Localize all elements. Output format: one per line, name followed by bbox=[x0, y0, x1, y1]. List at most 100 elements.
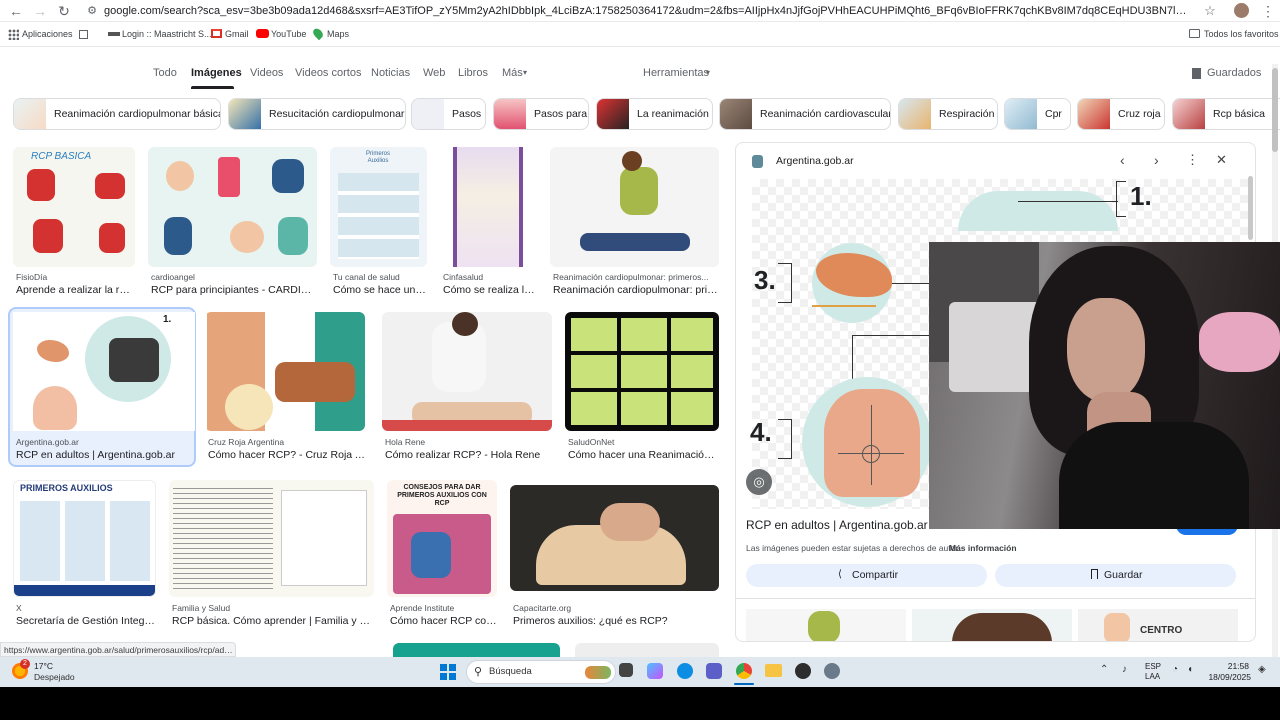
volume-icon[interactable]: ◖ bbox=[1187, 664, 1193, 675]
result-image-partial[interactable] bbox=[393, 643, 560, 657]
chrome-icon[interactable] bbox=[736, 663, 752, 679]
settings-icon[interactable] bbox=[824, 663, 840, 679]
profile-avatar[interactable] bbox=[1234, 3, 1249, 18]
result-title[interactable]: Secretaría de Gestión Integra... bbox=[16, 615, 156, 628]
bookmark-youtube[interactable]: YouTube bbox=[271, 29, 306, 40]
result-image-cruz-roja[interactable] bbox=[205, 312, 365, 431]
teams-icon[interactable] bbox=[706, 663, 722, 679]
status-bubble: https://www.argentina.gob.ar/salud/prime… bbox=[0, 642, 236, 657]
result-image-partial[interactable] bbox=[575, 643, 719, 657]
result-image-saludonnet[interactable] bbox=[565, 312, 719, 431]
tab-web[interactable]: Web bbox=[423, 66, 445, 80]
lens-search-icon[interactable]: ◎ bbox=[746, 469, 772, 495]
chip-rcp-basica[interactable]: Reanimación cardiopulmonar básica bbox=[13, 98, 221, 130]
wifi-icon[interactable]: ◔ bbox=[1172, 664, 1178, 675]
chip-pasos-para[interactable]: Pasos para bbox=[493, 98, 589, 130]
keyboard-layout[interactable]: LAA bbox=[1145, 672, 1160, 681]
result-title[interactable]: Cómo se realiza la... bbox=[443, 284, 536, 297]
chip-reanimacion-cardiovascular[interactable]: Reanimación cardiovascular bbox=[719, 98, 891, 130]
address-bar[interactable]: google.com/search?sca_esv=3be3b09ada12d4… bbox=[104, 4, 1190, 18]
result-image-cinfasalud[interactable] bbox=[440, 147, 536, 267]
result-title[interactable]: Primeros auxilios: ¿qué es RCP? bbox=[513, 615, 719, 628]
reload-icon[interactable]: ↻ bbox=[56, 3, 72, 19]
result-image-reanimacion[interactable] bbox=[550, 147, 719, 267]
result-title[interactable]: Cómo se hace una... bbox=[333, 284, 427, 297]
microphone-icon[interactable]: ♪ bbox=[1122, 664, 1127, 675]
chip-rcp-basica-2[interactable]: Rcp básica bbox=[1172, 98, 1280, 130]
related-image[interactable]: CENTRO bbox=[1078, 609, 1238, 641]
result-title[interactable]: RCP en adultos | Argentina.gob.ar bbox=[16, 449, 192, 462]
tab-images[interactable]: Imágenes bbox=[191, 66, 242, 80]
chip-pasos[interactable]: Pasos bbox=[411, 98, 486, 130]
result-title[interactable]: Aprende a realizar la rea... bbox=[16, 284, 135, 297]
forward-icon[interactable]: → bbox=[32, 3, 48, 19]
chip-resucitacion[interactable]: Resucitación cardiopulmonar bbox=[228, 98, 406, 130]
clock-time[interactable]: 21:58 bbox=[1213, 661, 1249, 671]
bookmark-star-icon[interactable]: ☆ bbox=[1202, 3, 1218, 19]
result-image-hola-rene[interactable] bbox=[382, 312, 552, 431]
result-source: Tu canal de salud bbox=[333, 272, 400, 282]
more-options-icon[interactable]: ⋮ bbox=[1186, 152, 1199, 168]
illustration-steps bbox=[20, 501, 150, 581]
taskbar-search[interactable]: ⚲ Búsqueda bbox=[466, 660, 616, 684]
file-explorer-icon[interactable] bbox=[765, 664, 782, 677]
result-image-capacitarte[interactable] bbox=[510, 485, 719, 591]
chip-cruz-roja[interactable]: Cruz roja bbox=[1077, 98, 1165, 130]
site-info-icon[interactable]: ⚙ bbox=[84, 3, 100, 19]
back-icon[interactable]: ← bbox=[8, 3, 24, 19]
image-caption: RCP BASICA bbox=[31, 151, 92, 162]
chip-cpr[interactable]: Cpr bbox=[1004, 98, 1071, 130]
save-button[interactable]: Guardar bbox=[995, 564, 1236, 587]
panel-title[interactable]: RCP en adultos | Argentina.gob.ar bbox=[746, 518, 928, 533]
result-image-familia-salud[interactable] bbox=[169, 480, 374, 597]
close-icon[interactable]: ✕ bbox=[1216, 152, 1227, 168]
bookmark-maps[interactable]: Maps bbox=[327, 29, 349, 40]
saved-button[interactable]: Guardados bbox=[1207, 66, 1261, 80]
tab-videos[interactable]: Videos bbox=[250, 66, 283, 80]
language-code[interactable]: ESP bbox=[1145, 662, 1161, 671]
more-info-link[interactable]: Más información bbox=[949, 543, 1017, 554]
result-image-fisiodia[interactable]: RCP BASICA bbox=[13, 147, 135, 267]
result-image-argentina[interactable]: 1. bbox=[13, 312, 195, 431]
tab-short-videos[interactable]: Videos cortos bbox=[295, 66, 361, 80]
related-image[interactable] bbox=[746, 609, 906, 641]
tab-books[interactable]: Libros bbox=[458, 66, 488, 80]
bookmark-login[interactable]: Login :: Maastricht S... bbox=[122, 29, 212, 40]
tab-more[interactable]: Más bbox=[502, 66, 523, 80]
panel-source[interactable]: Argentina.gob.ar bbox=[776, 155, 854, 168]
windows-start-icon[interactable] bbox=[440, 664, 456, 680]
related-image[interactable] bbox=[912, 609, 1072, 641]
result-title[interactable]: RCP básica. Cómo aprender | Familia y Sa… bbox=[172, 615, 374, 628]
result-image-cardioangel[interactable] bbox=[148, 147, 317, 267]
tray-chevron-icon[interactable]: ⌃ bbox=[1100, 664, 1108, 675]
next-icon[interactable]: › bbox=[1154, 152, 1159, 168]
panel-scrollbar-thumb[interactable] bbox=[1248, 176, 1253, 240]
tools-button[interactable]: Herramientas bbox=[643, 66, 709, 80]
result-title[interactable]: Cómo hacer una Reanimación ... bbox=[568, 449, 719, 462]
result-image-tu-canal[interactable]: Primeros Auxilios bbox=[330, 147, 427, 267]
result-image-aprende[interactable]: CONSEJOS PARA DAR PRIMEROS AUXILIOS CON … bbox=[387, 480, 497, 597]
notification-bell-icon[interactable]: ◈ bbox=[1258, 664, 1266, 675]
all-bookmarks[interactable]: Todos los favoritos bbox=[1204, 29, 1279, 40]
tab-all[interactable]: Todo bbox=[153, 66, 177, 80]
result-title[interactable]: Reanimación cardiopulmonar: prime... bbox=[553, 284, 719, 297]
result-image-secretaria[interactable]: PRIMEROS AUXILIOS bbox=[13, 480, 156, 597]
result-title[interactable]: Cómo realizar RCP? - Hola Rene bbox=[385, 449, 552, 462]
share-button[interactable]: ⟨ Compartir bbox=[746, 564, 987, 587]
edge-icon[interactable] bbox=[677, 663, 693, 679]
tab-news[interactable]: Noticias bbox=[371, 66, 410, 80]
chip-la-reanimacion[interactable]: La reanimación bbox=[596, 98, 713, 130]
chip-respiracion[interactable]: Respiración bbox=[898, 98, 998, 130]
app-icon[interactable] bbox=[795, 663, 811, 679]
clock-date[interactable]: 18/09/2025 bbox=[1203, 672, 1251, 682]
bookmark-apps[interactable]: Aplicaciones bbox=[22, 29, 73, 40]
scrollbar-thumb[interactable] bbox=[1272, 68, 1278, 152]
result-title[interactable]: Cómo hacer RCP? - Cruz Roja Ar... bbox=[208, 449, 365, 462]
copilot-icon[interactable] bbox=[647, 663, 663, 679]
result-title[interactable]: RCP para principiantes - CARDIOA... bbox=[151, 284, 317, 297]
menu-dots-icon[interactable]: ⋮ bbox=[1260, 3, 1276, 19]
task-view-icon[interactable] bbox=[619, 663, 633, 677]
bookmark-gmail[interactable]: Gmail bbox=[225, 29, 249, 40]
result-title[interactable]: Cómo hacer RCP corr... bbox=[390, 615, 497, 628]
prev-icon[interactable]: ‹ bbox=[1120, 152, 1125, 168]
